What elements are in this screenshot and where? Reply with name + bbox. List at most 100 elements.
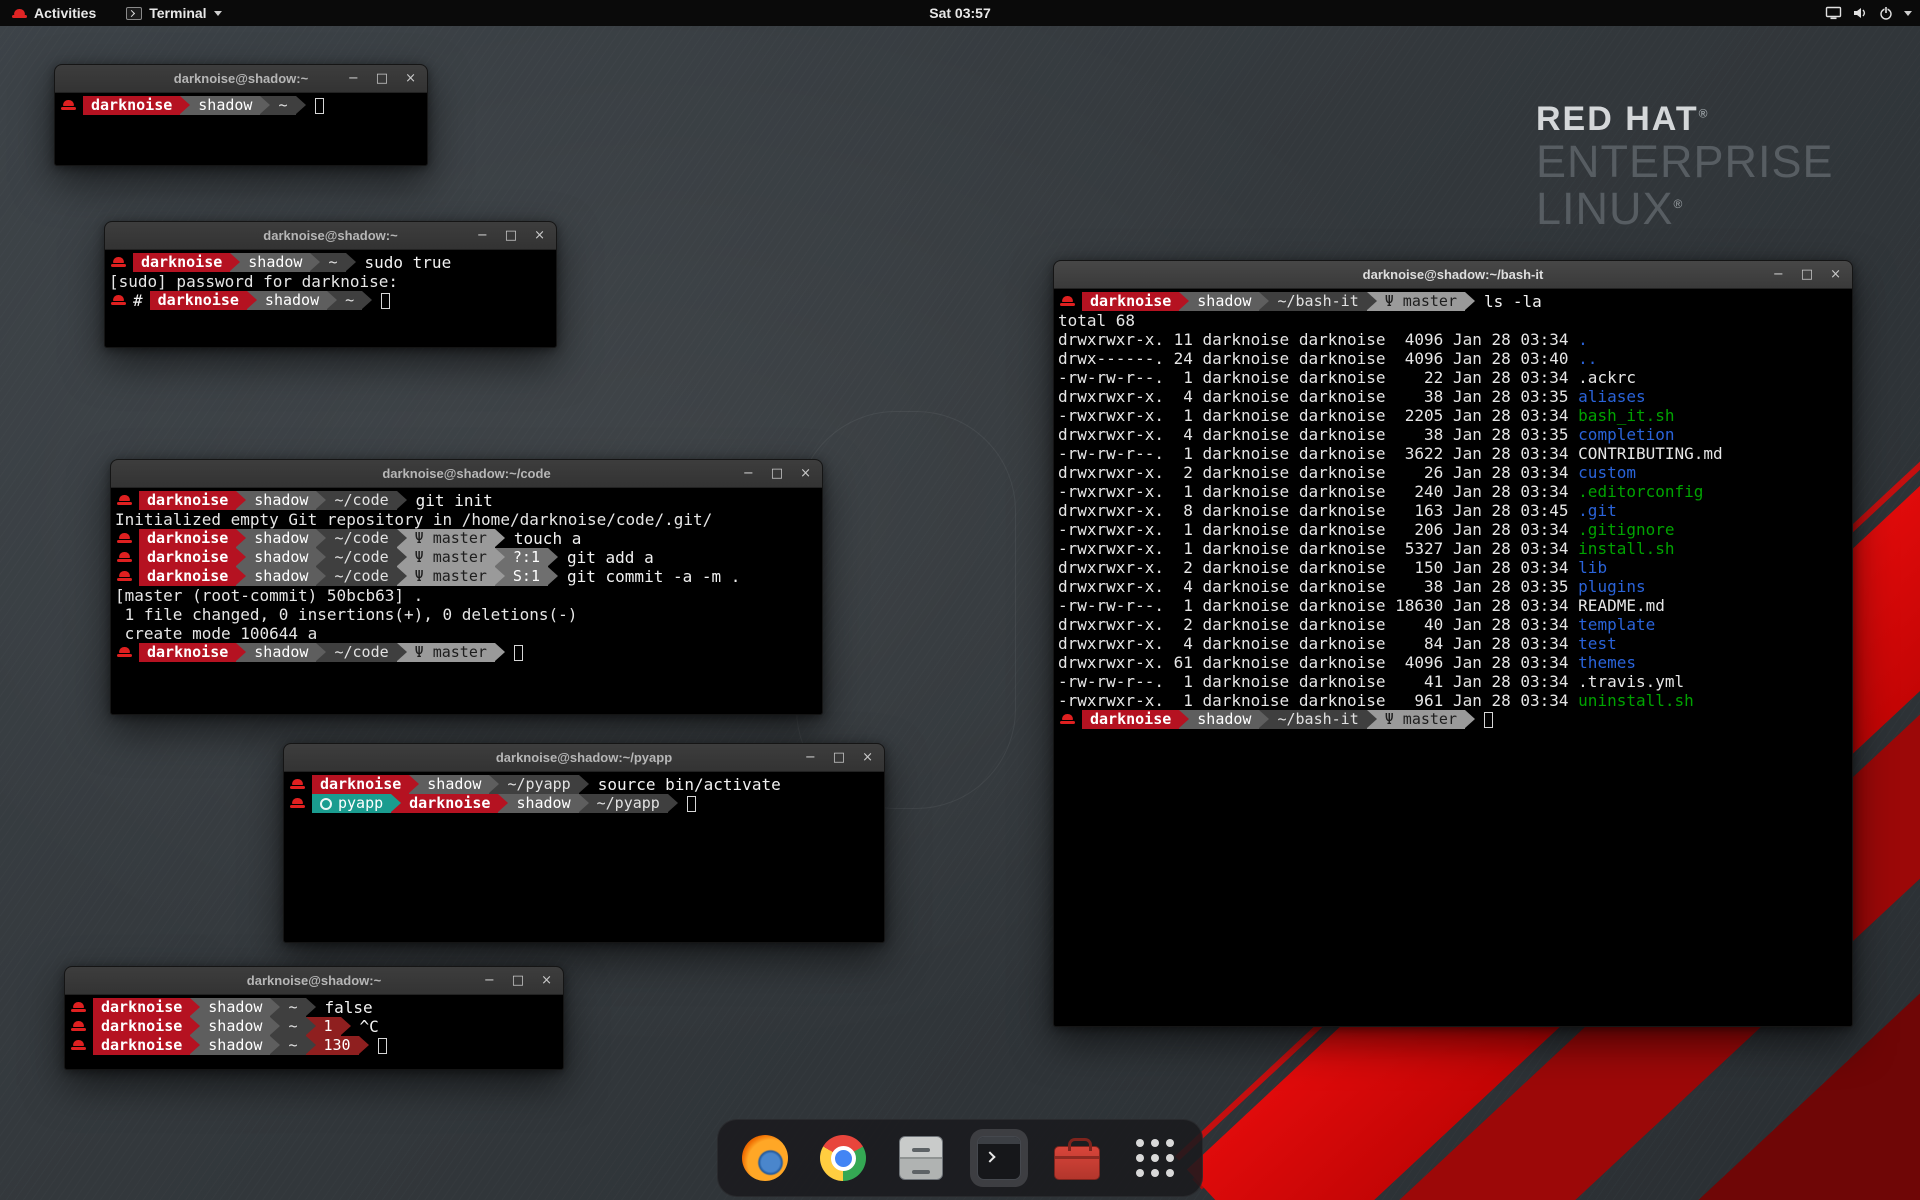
terminal-content[interactable]: darknoiseshadow~sudo true[sudo] password…: [105, 250, 556, 313]
prompt-segment-user: darknoise: [83, 96, 180, 115]
prompt-segment-path: ~: [280, 998, 305, 1017]
brand-line-linux: LINUX®: [1536, 186, 1834, 233]
prompt-segment-path: ~: [280, 1017, 305, 1036]
dock-terminal[interactable]: [970, 1129, 1028, 1187]
terminal-prompt-line: darknoiseshadow~1^C: [69, 1017, 559, 1036]
clock[interactable]: Sat 03:57: [929, 5, 990, 21]
powerline-separator: [247, 291, 257, 310]
file-name: .ackrc: [1578, 368, 1636, 387]
terminal-output-line: create mode 100644 a: [115, 624, 818, 643]
prompt-segment-user: darknoise: [139, 567, 236, 586]
terminal-content[interactable]: darknoiseshadow~falsedarknoiseshadow~1^C…: [65, 995, 563, 1058]
prompt-segment-host: shadow: [1189, 292, 1259, 311]
dock-chrome[interactable]: [814, 1129, 872, 1187]
powerline-separator: [359, 1036, 369, 1055]
titlebar[interactable]: darknoise@shadow:~/pyapp − □ ×: [284, 744, 884, 772]
file-attributes: drwxrwxr-x. 2 darknoise darknoise 150 Ja…: [1058, 558, 1578, 577]
powerline-separator: [1465, 710, 1475, 729]
dock-files[interactable]: [892, 1129, 950, 1187]
file-attributes: -rw-rw-r--. 1 darknoise darknoise 41 Jan…: [1058, 672, 1578, 691]
powerline-separator: [668, 794, 678, 813]
titlebar[interactable]: darknoise@shadow:~ − □ ×: [105, 222, 556, 250]
minimize-button[interactable]: −: [1773, 268, 1784, 281]
terminal-output-line: total 68: [1058, 311, 1848, 330]
terminal-prompt-line: #darknoiseshadow~: [109, 291, 552, 310]
dock-toolbox[interactable]: [1048, 1129, 1106, 1187]
maximize-button[interactable]: □: [771, 467, 783, 480]
terminal-content[interactable]: darknoiseshadow~/pyappsource bin/activat…: [284, 772, 884, 816]
close-button[interactable]: ×: [862, 751, 873, 764]
close-button[interactable]: ×: [1830, 268, 1841, 281]
prompt-segment-venv: pyapp: [312, 794, 391, 813]
maximize-button[interactable]: □: [512, 974, 524, 987]
powerline-separator: [190, 1017, 200, 1036]
dock-show-applications[interactable]: [1126, 1129, 1184, 1187]
file-list-row: -rwxrwxr-x. 1 darknoise darknoise 2205 J…: [1058, 406, 1848, 425]
prompt-segment-host: shadow: [257, 291, 327, 310]
powerline-separator: [397, 643, 407, 662]
file-name: .gitignore: [1578, 520, 1674, 539]
minimize-button[interactable]: −: [484, 974, 495, 987]
command-text: git init: [416, 491, 493, 510]
file-attributes: drwxrwxr-x. 2 darknoise darknoise 40 Jan…: [1058, 615, 1578, 634]
terminal-prompt-line: darknoiseshadow~/bash-itΨ masterls -la: [1058, 292, 1848, 311]
terminal-content[interactable]: darknoiseshadow~: [55, 93, 427, 118]
chevron-down-icon: [1904, 11, 1912, 16]
dock: [717, 1119, 1203, 1197]
close-button[interactable]: ×: [800, 467, 811, 480]
prompt-segment-git: Ψ master: [407, 548, 495, 567]
powerline-separator: [397, 567, 407, 586]
dock-firefox[interactable]: [736, 1129, 794, 1187]
close-button[interactable]: ×: [534, 229, 545, 242]
registered-mark: ®: [1699, 107, 1710, 121]
activities-button[interactable]: Activities: [8, 0, 100, 26]
terminal-prompt-line: darknoiseshadow~: [59, 96, 423, 115]
close-button[interactable]: ×: [405, 72, 416, 85]
file-attributes: -rwxrwxr-x. 1 darknoise darknoise 240 Ja…: [1058, 482, 1578, 501]
file-list-row: -rwxrwxr-x. 1 darknoise darknoise 206 Ja…: [1058, 520, 1848, 539]
file-list-row: drwxrwxr-x. 4 darknoise darknoise 38 Jan…: [1058, 387, 1848, 406]
titlebar[interactable]: darknoise@shadow:~/bash-it − □ ×: [1054, 261, 1852, 289]
terminal-app-icon: [126, 7, 142, 20]
prompt-segment-stat: S:1: [505, 567, 548, 586]
firefox-icon: [742, 1135, 788, 1181]
powerline-separator: [1367, 710, 1377, 729]
file-name: CONTRIBUTING.md: [1578, 444, 1723, 463]
minimize-button[interactable]: −: [477, 229, 488, 242]
system-status-area[interactable]: [1825, 5, 1912, 21]
file-attributes: -rw-rw-r--. 1 darknoise darknoise 18630 …: [1058, 596, 1578, 615]
root-prefix: #: [133, 291, 143, 310]
file-attributes: drwxrwxr-x. 2 darknoise darknoise 26 Jan…: [1058, 463, 1578, 482]
minimize-button[interactable]: −: [743, 467, 754, 480]
terminal-output-line: 1 file changed, 0 insertions(+), 0 delet…: [115, 605, 818, 624]
maximize-button[interactable]: □: [376, 72, 388, 85]
close-button[interactable]: ×: [541, 974, 552, 987]
titlebar[interactable]: darknoise@shadow:~/code − □ ×: [111, 460, 822, 488]
prompt-segment-path: ~: [280, 1036, 305, 1055]
terminal-cursor: [315, 98, 324, 114]
minimize-button[interactable]: −: [348, 72, 359, 85]
redhat-prompt-icon: [117, 645, 132, 660]
terminal-prompt-line: darknoiseshadow~sudo true: [109, 253, 552, 272]
prompt-segment-path: ~/code: [326, 548, 396, 567]
terminal-content[interactable]: darknoiseshadow~/bash-itΨ masterls -lato…: [1054, 289, 1852, 732]
titlebar[interactable]: darknoise@shadow:~ − □ ×: [65, 967, 563, 995]
prompt-segment-path: ~/bash-it: [1269, 292, 1366, 311]
terminal-content[interactable]: darknoiseshadow~/codegit initInitialized…: [111, 488, 822, 665]
file-list-row: -rw-rw-r--. 1 darknoise darknoise 3622 J…: [1058, 444, 1848, 463]
maximize-button[interactable]: □: [505, 229, 517, 242]
app-menu-terminal[interactable]: Terminal: [122, 0, 225, 26]
toolbox-icon: [1054, 1146, 1100, 1180]
powerline-separator: [495, 643, 505, 662]
minimize-button[interactable]: −: [805, 751, 816, 764]
maximize-button[interactable]: □: [1801, 268, 1813, 281]
prompt-segment-user: darknoise: [401, 794, 498, 813]
titlebar[interactable]: darknoise@shadow:~ − □ ×: [55, 65, 427, 93]
powerline-separator: [579, 775, 589, 794]
prompt-segment-host: shadow: [200, 1017, 270, 1036]
powerline-separator: [495, 567, 505, 586]
maximize-button[interactable]: □: [833, 751, 845, 764]
file-attributes: -rwxrwxr-x. 1 darknoise darknoise 961 Ja…: [1058, 691, 1578, 710]
file-name: completion: [1578, 425, 1674, 444]
terminal-prompt-line: darknoiseshadow~false: [69, 998, 559, 1017]
